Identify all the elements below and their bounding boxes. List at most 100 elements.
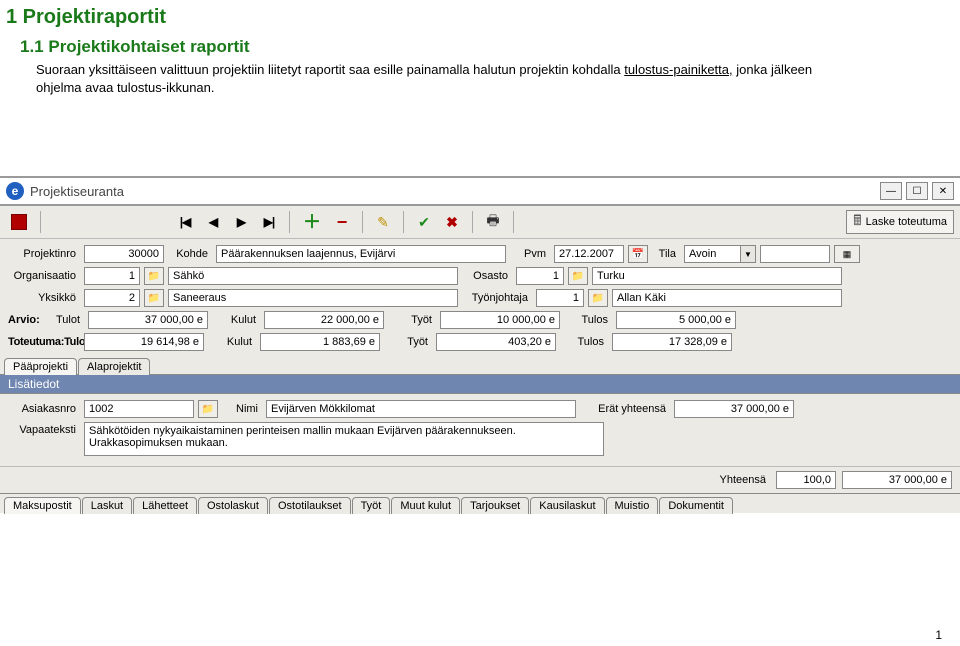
maximize-button[interactable]: ☐	[906, 182, 928, 200]
input-yksikko-name[interactable]	[168, 289, 458, 307]
input-erat[interactable]	[674, 400, 794, 418]
nav-first-icon: |◀	[180, 215, 191, 229]
input-asiakasnro[interactable]	[84, 400, 194, 418]
label-kohde: Kohde	[168, 248, 212, 260]
browse-yksikko-button[interactable]: 📁	[144, 289, 164, 307]
tab-maksupostit[interactable]: Maksupostit	[4, 497, 81, 514]
browse-asiakas-button[interactable]: 📁	[198, 400, 218, 418]
print-button[interactable]: 🖶	[481, 210, 505, 234]
input-arvio-tulot[interactable]	[88, 311, 208, 329]
tab-paaprojekti[interactable]: Pääprojekti	[4, 358, 77, 375]
input-org-no[interactable]	[84, 267, 140, 285]
input-nimi[interactable]	[266, 400, 576, 418]
tab-dokumentit[interactable]: Dokumentit	[659, 497, 733, 514]
label-osasto: Osasto	[462, 270, 512, 282]
titlebar-left: e Projektiseuranta	[6, 182, 124, 200]
input-yksikko-no[interactable]	[84, 289, 140, 307]
label-tulot: Tulot	[54, 314, 84, 326]
input-arvio-tyot[interactable]	[440, 311, 560, 329]
row-toteutuma: Toteutuma:Tulot Kulut Työt Tulos	[8, 333, 952, 351]
label-asiakasnro: Asiakasnro	[8, 403, 80, 415]
doc-text-link: tulostus-painiketta,	[624, 62, 732, 77]
tab-ostolaskut[interactable]: Ostolaskut	[198, 497, 268, 514]
stop-icon	[11, 214, 27, 230]
input-osasto-name[interactable]	[592, 267, 842, 285]
tab-tyot[interactable]: Työt	[352, 497, 391, 514]
top-tabs: Pääprojekti Alaprojektit	[0, 357, 960, 374]
calendar-button[interactable]: 📅	[628, 245, 648, 263]
input-pvm[interactable]	[554, 245, 624, 263]
input-tj-no[interactable]	[536, 289, 584, 307]
tab-muistio[interactable]: Muistio	[606, 497, 659, 514]
totals-row: Yhteensä	[0, 467, 960, 493]
combo-tila[interactable]: ▼	[684, 245, 756, 263]
row-project: Projektinro Kohde Pvm 📅 Tila ▼ ▦	[8, 245, 952, 263]
input-osasto-no[interactable]	[516, 267, 564, 285]
tab-kausilaskut[interactable]: Kausilaskut	[530, 497, 604, 514]
nav-prev-button[interactable]: ◀	[201, 210, 225, 234]
toolbar-divider	[472, 211, 473, 233]
folder-icon: 📁	[592, 293, 604, 304]
label-arvio: Arvio:	[8, 314, 50, 326]
grid-view-button[interactable]: ▦	[834, 245, 860, 263]
nav-next-button[interactable]: ▶	[229, 210, 253, 234]
input-kohde[interactable]	[216, 245, 506, 263]
cancel-button[interactable]: ✖	[440, 210, 464, 234]
minimize-button[interactable]: —	[880, 182, 902, 200]
minus-icon: −	[337, 213, 348, 231]
tab-alaprojektit[interactable]: Alaprojektit	[78, 358, 150, 375]
confirm-button[interactable]: ✔	[412, 210, 436, 234]
add-button[interactable]: ＋	[298, 210, 326, 234]
nav-next-icon: ▶	[237, 215, 245, 229]
folder-icon: 📁	[202, 404, 214, 415]
input-vapaateksti[interactable]	[84, 422, 604, 456]
row-asiakas: Asiakasnro 📁 Nimi Erät yhteensä	[8, 400, 952, 418]
tab-laskut[interactable]: Laskut	[82, 497, 132, 514]
input-total-sum[interactable]	[842, 471, 952, 489]
tab-lahetteet[interactable]: Lähetteet	[133, 497, 197, 514]
close-button[interactable]: ✕	[932, 182, 954, 200]
input-tot-tulot[interactable]	[84, 333, 204, 351]
browse-osasto-button[interactable]: 📁	[568, 267, 588, 285]
browse-tj-button[interactable]: 📁	[588, 289, 608, 307]
toolbar-divider	[362, 211, 363, 233]
browse-org-button[interactable]: 📁	[144, 267, 164, 285]
doc-text-before: Suoraan yksittäiseen valittuun projektii…	[36, 62, 624, 77]
app-window: e Projektiseuranta — ☐ ✕ |◀ ◀ ▶ ▶| ＋ − ✎…	[0, 176, 960, 513]
nav-last-icon: ▶|	[264, 215, 275, 229]
row-yksikko: Yksikkö 📁 Työnjohtaja 📁	[8, 289, 952, 307]
app-logo-icon: e	[6, 182, 24, 200]
input-tj-name[interactable]	[612, 289, 842, 307]
input-total-pct[interactable]	[776, 471, 836, 489]
compute-button[interactable]: 🖩 Laske toteutuma	[846, 210, 954, 234]
pencil-icon: ✎	[377, 214, 389, 231]
doc-heading-1: 1 Projektiraportit	[6, 6, 960, 29]
lisatiedot-area: Asiakasnro 📁 Nimi Erät yhteensä Vapaatek…	[0, 394, 960, 467]
tab-muut-kulut[interactable]: Muut kulut	[391, 497, 460, 514]
input-tot-kulut[interactable]	[260, 333, 380, 351]
input-tila[interactable]	[684, 245, 740, 263]
delete-button[interactable]: −	[330, 210, 354, 234]
edit-button[interactable]: ✎	[371, 210, 395, 234]
tab-tarjoukset[interactable]: Tarjoukset	[461, 497, 529, 514]
combo-tila-dropdown[interactable]: ▼	[740, 245, 756, 263]
window-controls: — ☐ ✕	[880, 182, 954, 200]
nav-first-button[interactable]: |◀	[173, 210, 197, 234]
label-projektinro: Projektinro	[8, 248, 80, 260]
label-nimi: Nimi	[222, 403, 262, 415]
input-org-name[interactable]	[168, 267, 458, 285]
input-arvio-tulos[interactable]	[616, 311, 736, 329]
stop-button[interactable]	[6, 210, 32, 234]
input-arvio-kulut[interactable]	[264, 311, 384, 329]
doc-heading-2: 1.1 Projektikohtaiset raportit	[20, 37, 960, 57]
input-tila-extra[interactable]	[760, 245, 830, 263]
label-tyonjohtaja: Työnjohtaja	[462, 292, 532, 304]
tab-ostotilaukset[interactable]: Ostotilaukset	[269, 497, 351, 514]
label-tulos-2: Tulos	[560, 336, 608, 348]
x-icon: ✖	[446, 214, 458, 231]
input-tot-tulos[interactable]	[612, 333, 732, 351]
grid-icon: ▦	[843, 249, 852, 260]
nav-last-button[interactable]: ▶|	[257, 210, 281, 234]
input-tot-tyot[interactable]	[436, 333, 556, 351]
input-projektinro[interactable]	[84, 245, 164, 263]
